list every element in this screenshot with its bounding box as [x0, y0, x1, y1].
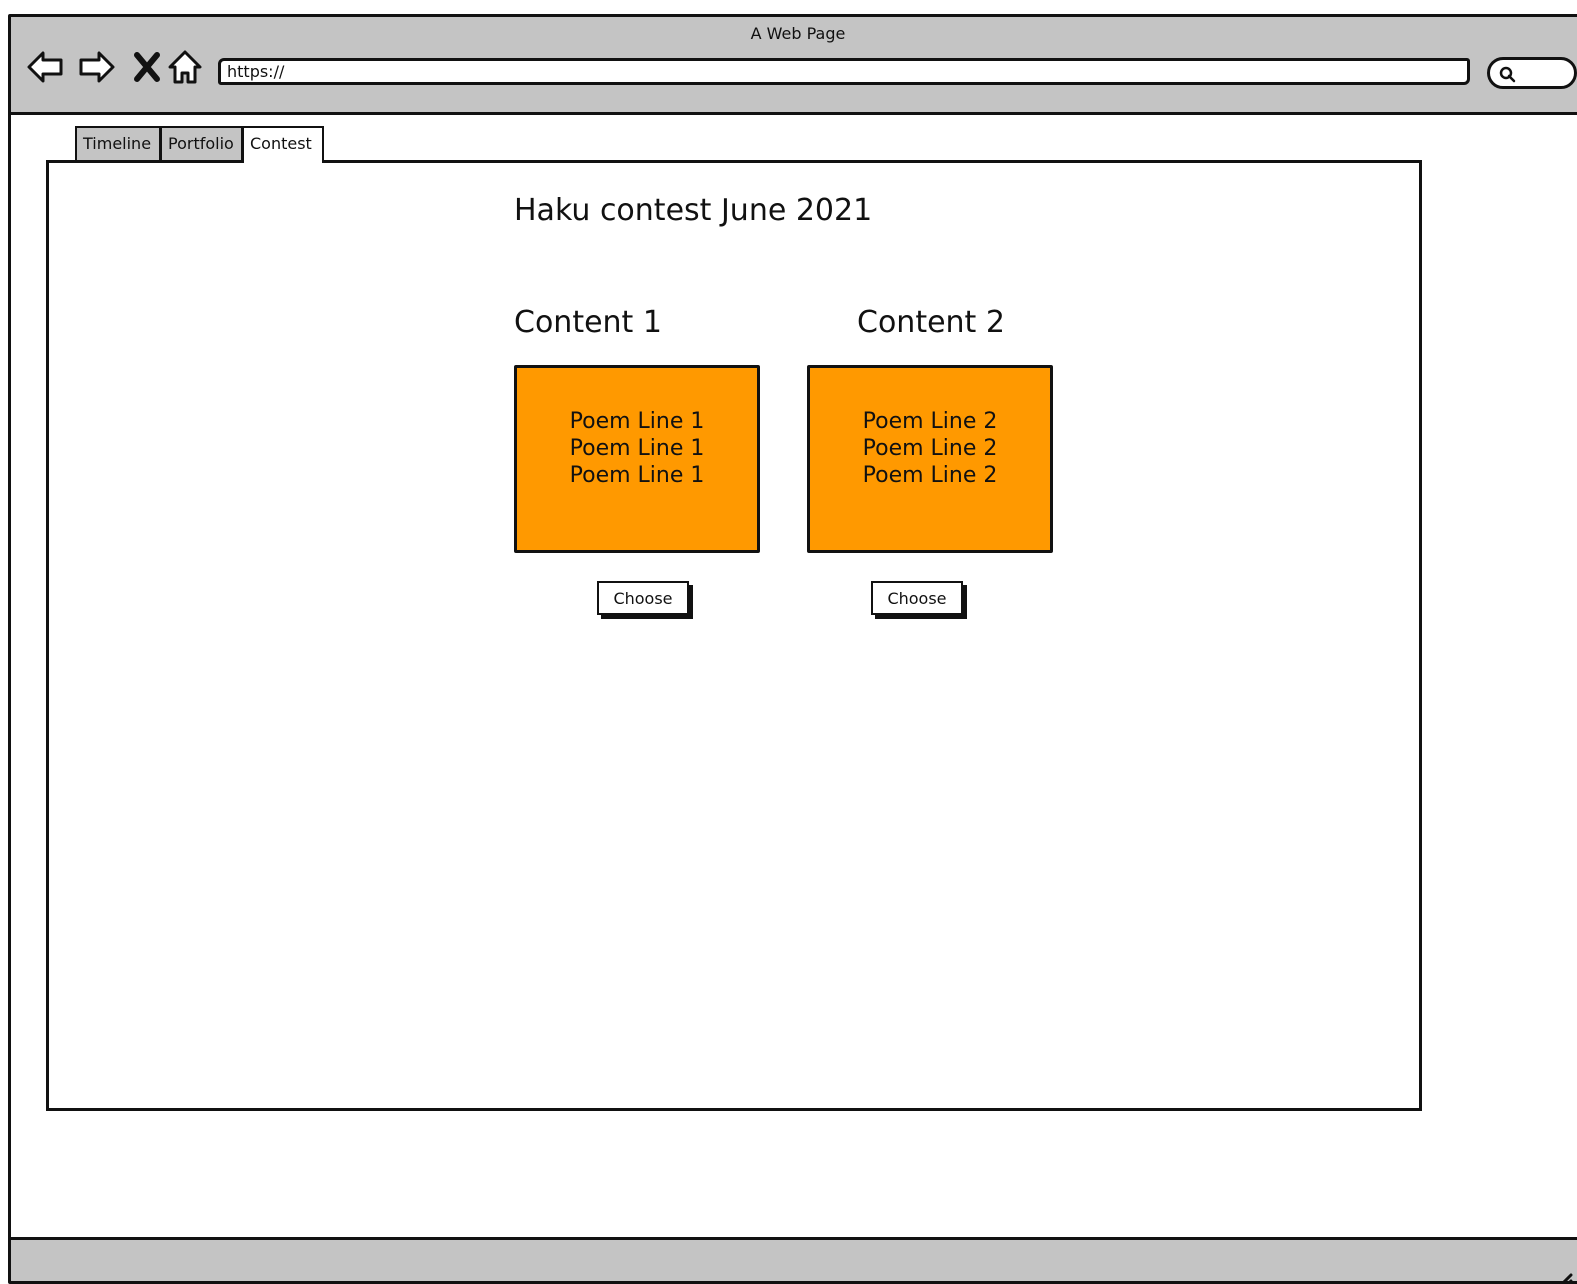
choose-button-2[interactable]: Choose — [871, 581, 963, 615]
poem-card-2: Poem Line 2 Poem Line 2 Poem Line 2 — [807, 365, 1053, 553]
back-arrow-icon[interactable] — [25, 47, 65, 87]
browser-toolbar: A Web Page https:// — [11, 17, 1577, 115]
page-title: Haku contest June 2021 — [514, 193, 873, 228]
poem-card-1: Poem Line 1 Poem Line 1 Poem Line 1 — [514, 365, 760, 553]
poem-line: Poem Line 1 — [569, 409, 705, 434]
forward-arrow-icon[interactable] — [77, 47, 117, 87]
address-bar[interactable]: https:// — [218, 58, 1470, 85]
close-x-icon[interactable] — [127, 47, 167, 87]
poem-line: Poem Line 1 — [569, 436, 705, 461]
search-icon — [1499, 66, 1516, 83]
choose-button-1[interactable]: Choose — [597, 581, 689, 615]
window-title: A Web Page — [750, 24, 846, 43]
entry-title-1: Content 1 — [514, 305, 662, 340]
poem-line: Poem Line 2 — [862, 463, 998, 488]
contest-panel: Haku contest June 2021 Content 1 Content… — [46, 160, 1422, 1111]
entry-title-2: Content 2 — [857, 305, 1005, 340]
poem-line: Poem Line 1 — [569, 463, 705, 488]
search-field[interactable] — [1487, 57, 1577, 89]
status-bar — [11, 1237, 1577, 1284]
browser-window: A Web Page https:// Timeline Portfolio C… — [8, 14, 1577, 1284]
tab-timeline[interactable]: Timeline — [75, 126, 161, 162]
poem-line: Poem Line 2 — [862, 436, 998, 461]
tab-contest[interactable]: Contest — [242, 126, 324, 163]
resize-grip-icon[interactable] — [1553, 1271, 1573, 1284]
home-icon[interactable] — [165, 47, 205, 87]
tab-portfolio[interactable]: Portfolio — [160, 126, 243, 162]
poem-line: Poem Line 2 — [862, 409, 998, 434]
